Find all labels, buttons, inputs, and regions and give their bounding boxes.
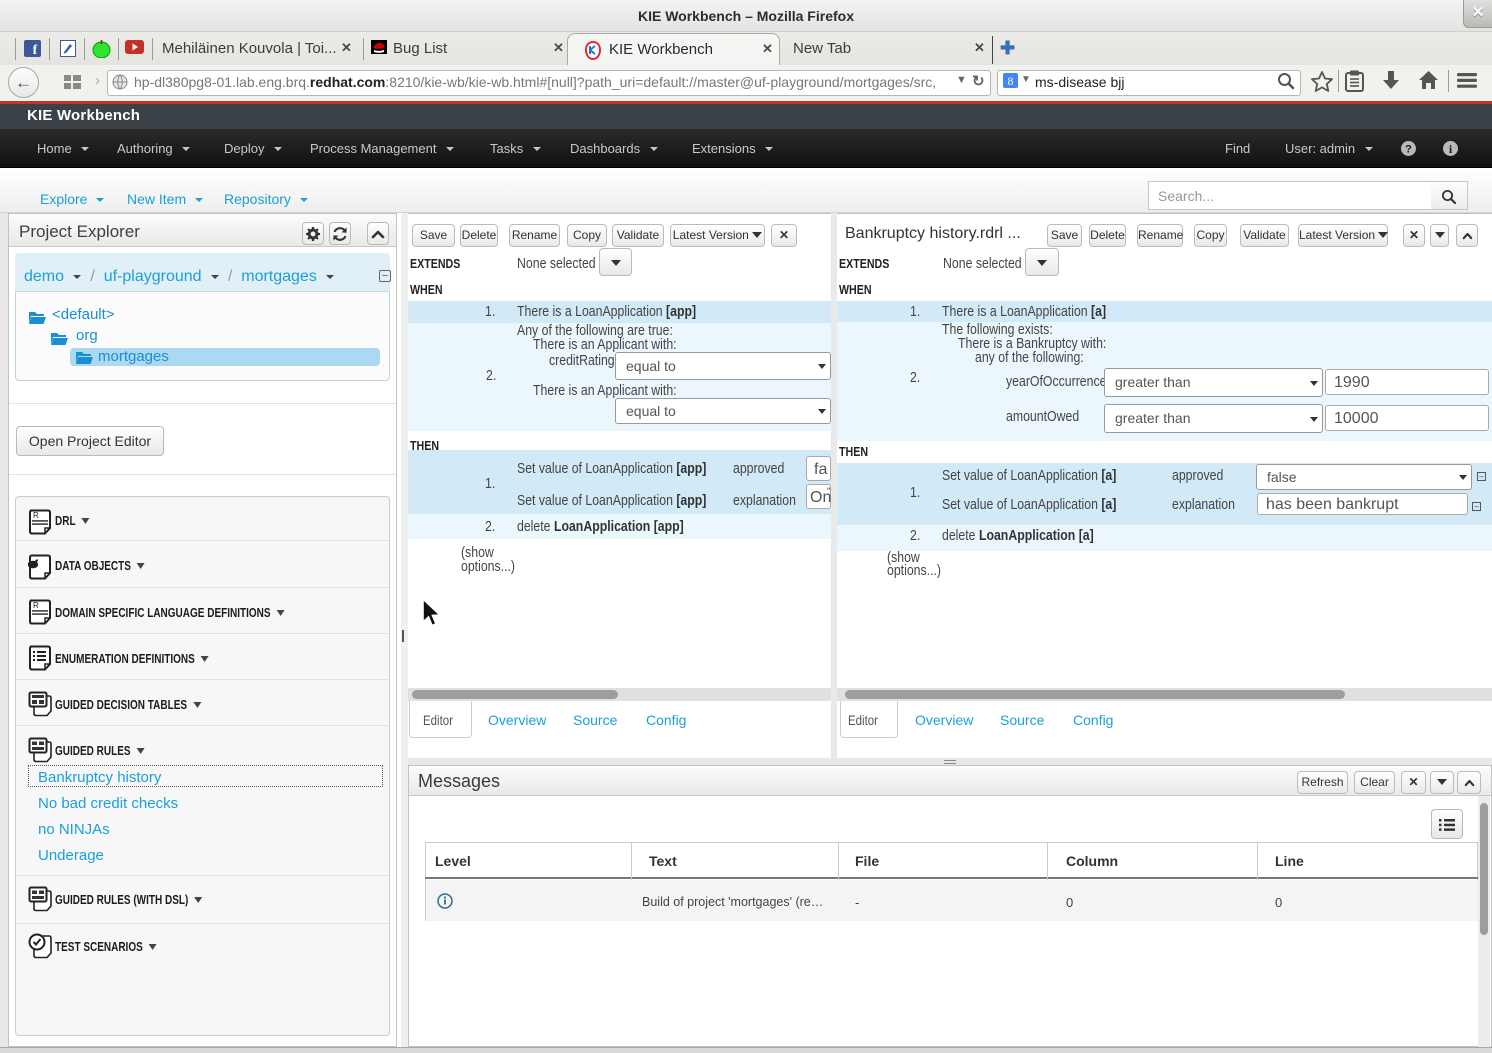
svg-text:8: 8 — [1008, 74, 1014, 88]
svg-text:f: f — [33, 43, 38, 57]
svg-text:R: R — [33, 601, 39, 610]
svg-text:R: R — [33, 511, 39, 520]
svg-text:?: ? — [1405, 144, 1412, 156]
